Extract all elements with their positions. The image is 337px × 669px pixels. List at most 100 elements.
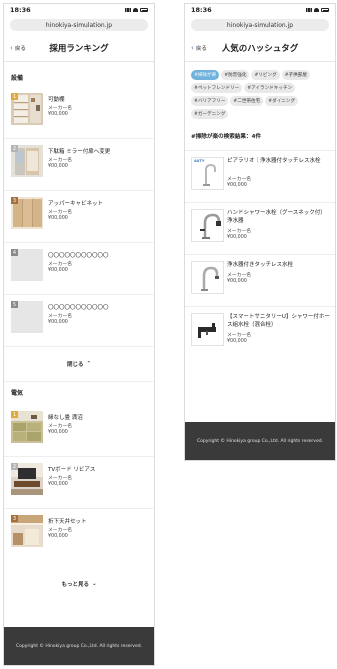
wifi-icon [133, 8, 138, 12]
hashtag-chip[interactable]: #二世帯住宅 [230, 96, 264, 106]
result-maker: メーカー名 [227, 229, 251, 234]
copyright-text: Copyright © Hinokiya group Co.,Ltd. All … [196, 438, 324, 444]
item-maker: メーカー名 [48, 210, 72, 215]
result-item[interactable]: 【スマートサニタリーU】シャワー付ホース組水栓（混合栓） メーカー名 ¥00,0… [185, 307, 335, 358]
product-image: 1 [11, 411, 43, 443]
status-time: 18:36 [191, 6, 212, 14]
ranking-screen: 18:36 hinokiya-simulation.jp ‹ 戻る 採用ランキン… [3, 3, 155, 666]
item-price: ¥00,000 [48, 164, 68, 169]
item-price: ¥00,000 [48, 112, 68, 117]
item-maker: メーカー名 [48, 476, 72, 481]
item-name: アッパーキャビネット [48, 201, 104, 207]
item-price: ¥00,000 [48, 430, 68, 435]
rank-badge: 3 [11, 197, 18, 204]
hashtag-chip[interactable]: #リビング [251, 70, 280, 80]
hashtag-screen: 18:36 hinokiya-simulation.jp ‹ 戻る 人気のハッシ… [184, 3, 336, 461]
product-image: 3 [11, 515, 43, 547]
chevron-left-icon: ‹ [191, 44, 194, 52]
ranking-item[interactable]: 2 TVボード リビアス メーカー名 ¥00,000 [4, 457, 154, 509]
rank-badge: 2 [11, 145, 18, 152]
chevron-down-icon: ⌄ [91, 581, 97, 587]
rank-badge: 5 [11, 301, 18, 308]
product-image: 2 [11, 463, 43, 495]
rank-badge: 4 [11, 249, 18, 256]
ranking-item[interactable]: 5 〇〇〇〇〇〇〇〇〇〇〇 メーカー名 ¥00,000 [4, 295, 154, 347]
item-maker: メーカー名 [48, 424, 72, 429]
item-name: 〇〇〇〇〇〇〇〇〇〇〇 [48, 305, 109, 311]
hashtag-chip[interactable]: #防音強化 [221, 70, 250, 80]
item-name: 縁なし畳 満沼 [48, 415, 83, 421]
page-title: 採用ランキング [49, 44, 109, 54]
rank-badge: 1 [11, 411, 18, 418]
item-price: ¥00,000 [48, 482, 68, 487]
url-bar[interactable]: hinokiya-simulation.jp [191, 19, 329, 31]
product-image: 3 [11, 197, 43, 229]
result-price: ¥00,000 [227, 183, 247, 188]
item-maker: メーカー名 [48, 262, 72, 267]
rank-badge: 2 [11, 463, 18, 470]
item-name: 折下天井セット [48, 519, 87, 525]
ranking-item[interactable]: 1 可動棚 メーカー名 ¥00,000 [4, 87, 154, 139]
product-image [191, 313, 224, 346]
back-label: 戻る [14, 46, 26, 52]
status-bar: 18:36 [4, 4, 154, 16]
item-maker: メーカー名 [48, 528, 72, 533]
hashtag-chip[interactable]: #子供部屋 [281, 70, 310, 80]
show-more-button[interactable]: もっと見る ⌄ [4, 573, 154, 595]
chevron-up-icon: ⌃ [86, 361, 92, 367]
hashtag-chip[interactable]: #バリアフリー [191, 96, 229, 106]
rank-badge: 1 [11, 93, 18, 100]
result-price: ¥00,000 [227, 235, 247, 240]
collapse-button[interactable]: 閉じる ⌃ [4, 347, 154, 381]
battery-icon [321, 8, 329, 12]
result-maker: メーカー名 [227, 177, 251, 182]
ranking-item[interactable]: 2 下駄箱 ミラー付扉へ変更 メーカー名 ¥00,000 [4, 139, 154, 191]
result-item[interactable]: AUTY ピアラリオ｜浄水器付タッチレス水栓 メーカー名 ¥00,000 [185, 151, 335, 203]
result-item[interactable]: 浄水器付きタッチレス水栓 メーカー名 ¥00,000 [185, 255, 335, 307]
hashtag-chip[interactable]: #ガーデニング [191, 109, 229, 119]
navbar: ‹ 戻る 人気のハッシュタグ [185, 35, 335, 62]
back-button[interactable]: ‹ 戻る [191, 44, 207, 52]
chevron-left-icon: ‹ [10, 44, 13, 52]
item-name: 下駄箱 ミラー付扉へ変更 [48, 149, 111, 155]
hashtag-chip[interactable]: #ペットフレンドリー [191, 83, 243, 93]
show-more-label: もっと見る [61, 582, 89, 588]
url-bar[interactable]: hinokiya-simulation.jp [10, 19, 148, 31]
result-name: ハンドシャワー水栓（グースネック付）浄水器 [227, 210, 326, 224]
result-name: 浄水器付きタッチレス水栓 [227, 262, 294, 268]
status-time: 18:36 [10, 6, 31, 14]
item-price: ¥00,000 [48, 534, 68, 539]
product-image: 2 [11, 145, 43, 177]
result-item[interactable]: ハンドシャワー水栓（グースネック付）浄水器 メーカー名 ¥00,000 [185, 203, 335, 255]
hashtag-chip-active[interactable]: #掃除が楽 [191, 70, 220, 80]
wifi-icon [314, 8, 319, 12]
product-image [191, 261, 224, 294]
ranking-item[interactable]: 3 アッパーキャビネット メーカー名 ¥00,000 [4, 191, 154, 243]
item-price: ¥00,000 [48, 268, 68, 273]
item-name: 〇〇〇〇〇〇〇〇〇〇〇 [48, 253, 109, 259]
navbar: ‹ 戻る 採用ランキング [4, 35, 154, 62]
ranking-item[interactable]: 3 折下天井セット メーカー名 ¥00,000 [4, 509, 154, 560]
ranking-item[interactable]: 4 〇〇〇〇〇〇〇〇〇〇〇 メーカー名 ¥00,000 [4, 243, 154, 295]
product-image: AUTY [191, 157, 224, 190]
signal-icon [306, 8, 312, 12]
hashtag-list: #掃除が楽 #防音強化 #リビング #子供部屋 #ペットフレンドリー #アイラン… [185, 70, 335, 119]
footer: Copyright © Hinokiya group Co.,Ltd. All … [4, 627, 154, 665]
facilities-ranking-list: 1 可動棚 メーカー名 ¥00,000 2 下駄箱 ミラー付扉へ変更 メーカー名… [4, 87, 154, 347]
back-label: 戻る [195, 46, 207, 52]
back-button[interactable]: ‹ 戻る [10, 44, 26, 52]
hashtag-chip[interactable]: #ダイニング [265, 96, 299, 106]
footer: Copyright © Hinokiya group Co.,Ltd. All … [185, 422, 335, 460]
rank-badge: 3 [11, 515, 18, 522]
item-name: TVボード リビアス [48, 467, 96, 473]
search-results-list: AUTY ピアラリオ｜浄水器付タッチレス水栓 メーカー名 ¥00,000 ハンド… [185, 151, 335, 358]
item-maker: メーカー名 [48, 158, 72, 163]
item-maker: メーカー名 [48, 106, 72, 111]
hashtag-chip[interactable]: #アイランドキッチン [244, 83, 296, 93]
page-title: 人気のハッシュタグ [221, 44, 299, 54]
ranking-item[interactable]: 1 縁なし畳 満沼 メーカー名 ¥00,000 [4, 405, 154, 457]
result-maker: メーカー名 [227, 273, 251, 278]
item-maker: メーカー名 [48, 314, 72, 319]
result-maker: メーカー名 [227, 333, 251, 338]
item-price: ¥00,000 [48, 320, 68, 325]
